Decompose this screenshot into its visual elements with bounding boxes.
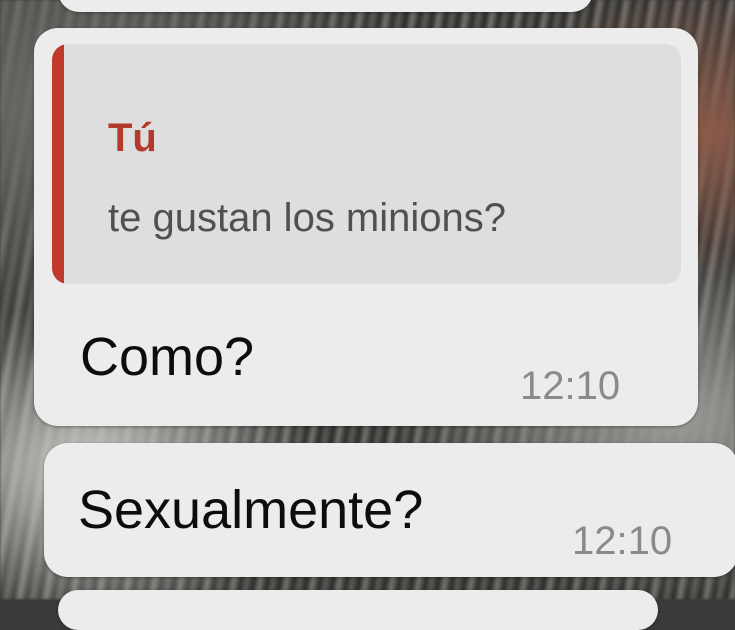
message-text: Sexualmente? [78, 480, 424, 540]
quoted-author: Tú [108, 116, 157, 160]
previous-message-bubble[interactable] [58, 0, 593, 12]
message-timestamp: 12:10 [520, 364, 621, 408]
next-message-bubble[interactable] [58, 590, 658, 630]
quoted-message[interactable]: Tú te gustan los minions? [52, 44, 681, 284]
reply-message-bubble[interactable]: Tú te gustan los minions? Como? 12:10 [34, 28, 698, 426]
message-timestamp: 12:10 [572, 519, 673, 563]
quoted-text: te gustan los minions? [108, 196, 507, 240]
message-bubble[interactable]: Sexualmente? 12:10 [44, 443, 735, 577]
message-text: Como? [80, 327, 255, 387]
quote-accent-bar [52, 44, 64, 284]
